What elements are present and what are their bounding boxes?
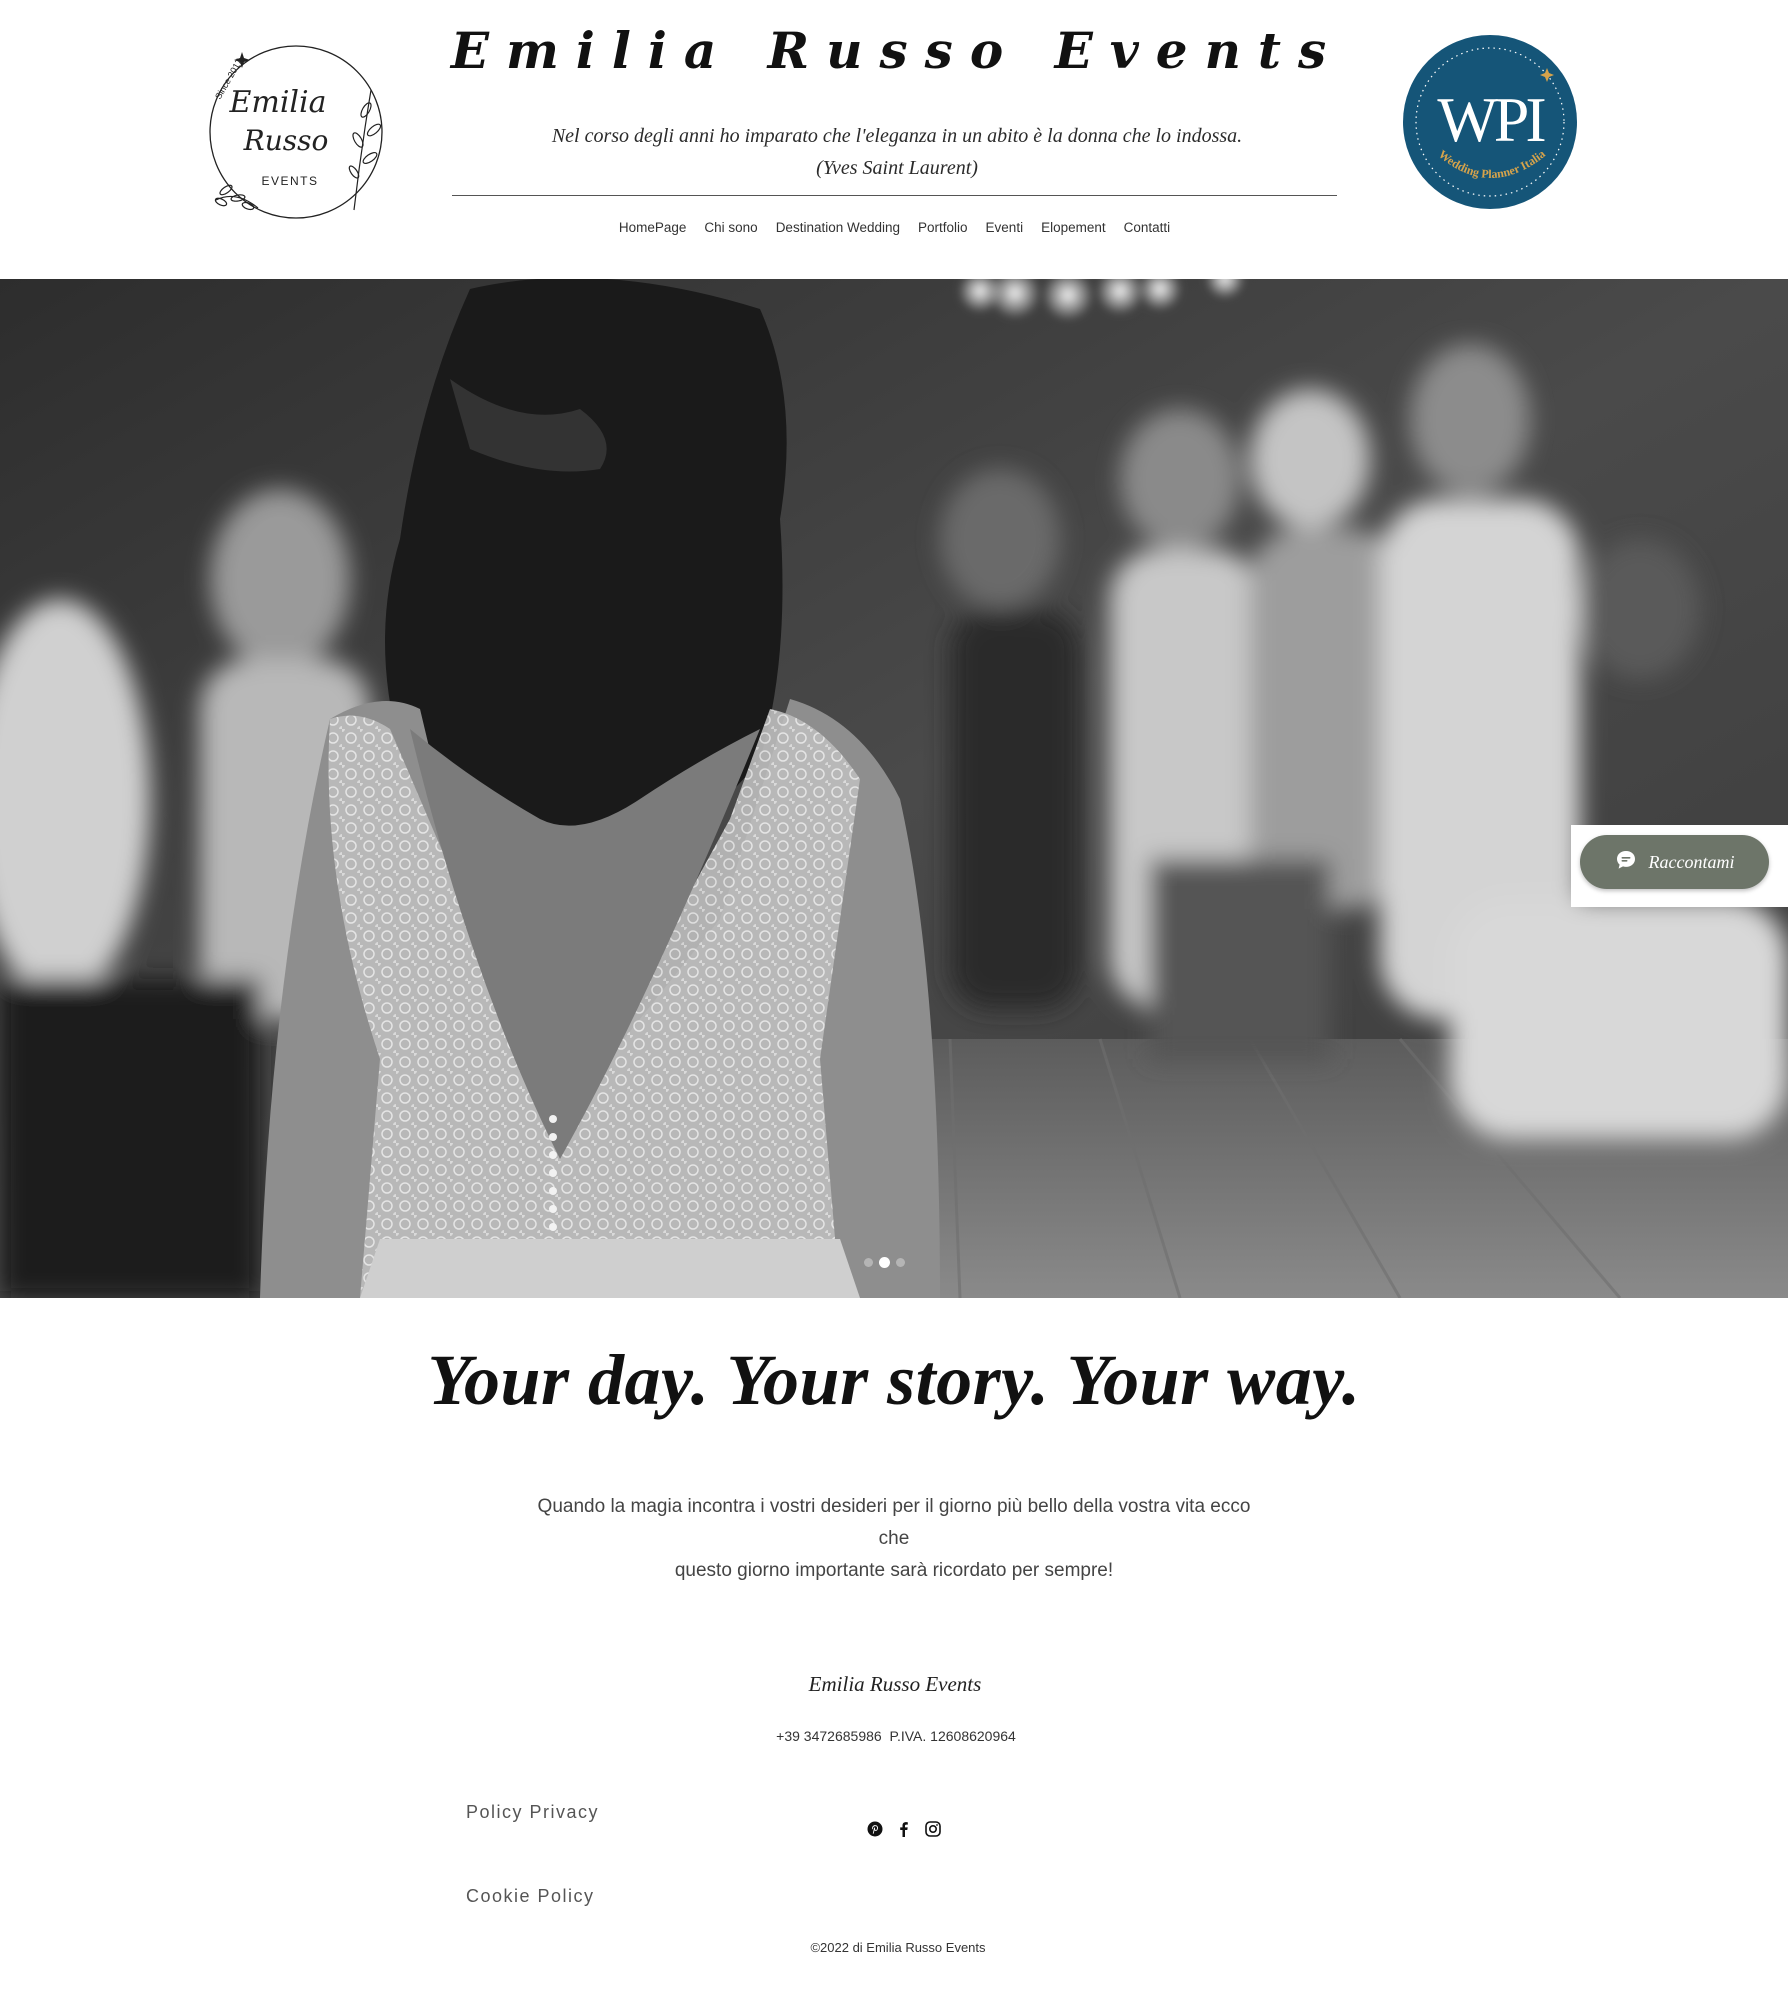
nav-item-elopement[interactable]: Elopement — [1032, 216, 1115, 239]
instagram-icon[interactable] — [924, 1820, 942, 1838]
main-nav: HomePage Chi sono Destination Wedding Po… — [452, 216, 1337, 239]
nav-item-eventi[interactable]: Eventi — [977, 216, 1033, 239]
slide-dot-3[interactable] — [896, 1258, 905, 1267]
footer-brand: Emilia Russo Events — [808, 1672, 982, 1696]
footer-contact: +39 3472685986 P.IVA. 12608620964 — [776, 1728, 1016, 1744]
nav-item-chi-sono[interactable]: Chi sono — [695, 216, 766, 239]
raccontami-chat-button[interactable]: Raccontami — [1580, 835, 1769, 889]
nav-item-destination-wedding[interactable]: Destination Wedding — [767, 216, 909, 239]
cookie-policy-link[interactable]: Cookie Policy — [466, 1886, 595, 1907]
intro-line-2: questo giorno importante sarà ricordato … — [674, 1560, 1114, 1581]
quote-author: (Yves Saint Laurent) — [816, 157, 978, 179]
svg-text:WPI: WPI — [1437, 84, 1545, 155]
slideshow-dots — [864, 1257, 905, 1268]
header-quote: Nel corso degli anni ho imparato che l'e… — [452, 120, 1342, 184]
nav-item-portfolio[interactable]: Portfolio — [909, 216, 977, 239]
svg-text:Emilia: Emilia — [228, 85, 326, 120]
hero-slideshow[interactable] — [0, 279, 1788, 1298]
quote-text: Nel corso degli anni ho imparato che l'e… — [551, 125, 1243, 147]
chat-bubble-icon — [1615, 849, 1637, 876]
svg-text:Russo: Russo — [243, 124, 329, 157]
intro-paragraph: Quando la magia incontra i vostri deside… — [520, 1491, 1268, 1587]
emilia-russo-logo[interactable]: Emilia Russo EVENTS Since 2017 — [196, 40, 396, 225]
chat-button-label: Raccontami — [1648, 851, 1735, 872]
wpi-badge-logo[interactable]: WPI Wedding Planner Italia — [1402, 34, 1578, 210]
site-title: Emilia Russo Events — [450, 21, 1344, 80]
policy-privacy-link[interactable]: Policy Privacy — [466, 1802, 599, 1823]
svg-text:EVENTS: EVENTS — [261, 174, 318, 188]
social-links — [866, 1820, 942, 1838]
slide-dot-1[interactable] — [864, 1258, 873, 1267]
slide-dot-2[interactable] — [879, 1257, 890, 1268]
hero-photo — [0, 279, 1788, 1298]
hero-tagline: Your day. Your story. Your way. — [427, 1340, 1361, 1420]
pinterest-icon[interactable] — [866, 1820, 884, 1838]
header-divider — [452, 195, 1337, 196]
intro-line-1: Quando la magia incontra i vostri deside… — [537, 1496, 1251, 1549]
copyright-text: ©2022 di Emilia Russo Events — [810, 1940, 986, 1955]
facebook-icon[interactable] — [895, 1820, 913, 1838]
nav-item-contatti[interactable]: Contatti — [1115, 216, 1180, 239]
nav-item-homepage[interactable]: HomePage — [610, 216, 696, 239]
